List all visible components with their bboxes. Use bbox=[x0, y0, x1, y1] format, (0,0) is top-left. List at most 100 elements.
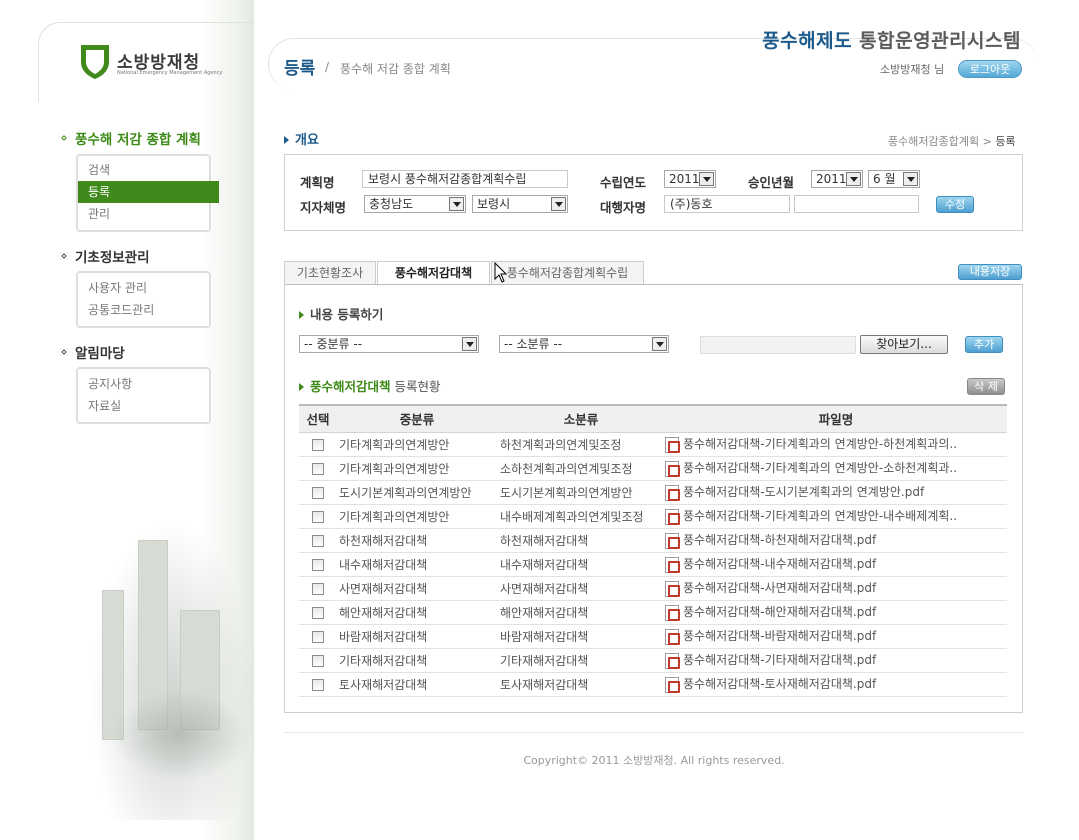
mid-category-cell: 바람재해저감대책 bbox=[337, 624, 497, 649]
menu-group-plan[interactable]: 풍수해 저감 종합 계획 bbox=[61, 128, 201, 148]
dropdown-arrow-icon bbox=[449, 197, 464, 211]
menu-group-notice[interactable]: 알림마당 bbox=[61, 342, 125, 362]
file-name-link[interactable]: 풍수해저감대책-내수재해저감대책.pdf bbox=[683, 557, 876, 571]
sidebar-item-code-manage[interactable]: 공통코드관리 bbox=[78, 299, 209, 321]
logo-subtitle: National Emergency Management Agency bbox=[117, 70, 223, 76]
save-content-button[interactable]: 내용저장 bbox=[958, 264, 1022, 280]
region-label: 지자체명 bbox=[300, 200, 347, 215]
sidebar-item-register[interactable]: 등록 bbox=[78, 181, 219, 203]
file-name-link[interactable]: 풍수해저감대책-기타계획과의 연계방안-내수배제계획.. bbox=[683, 509, 957, 523]
page-subtitle: 풍수해 저감 종합 계획 bbox=[340, 62, 451, 76]
approval-year-select[interactable]: 2011 bbox=[811, 170, 863, 188]
row-checkbox[interactable] bbox=[312, 654, 324, 667]
tab-basic-survey[interactable]: 기초현황조사 bbox=[284, 261, 376, 285]
file-name-cell[interactable]: 풍수해저감대책-기타계획과의 연계방안-소하천계획과.. bbox=[665, 456, 1007, 481]
file-name-link[interactable]: 풍수해저감대책-사면재해저감대책.pdf bbox=[683, 581, 876, 595]
row-checkbox[interactable] bbox=[312, 630, 324, 643]
sidebar-item-notice[interactable]: 공지사항 bbox=[78, 373, 209, 395]
breadcrumb-parent[interactable]: 풍수해저감종합계획 bbox=[888, 135, 979, 148]
table-row: 기타재해저감대책 기타재해저감대책 풍수해저감대책-기타재해저감대책.pdf bbox=[299, 648, 1007, 673]
file-name-link[interactable]: 풍수해저감대책-바람재해저감대책.pdf bbox=[683, 629, 876, 643]
row-checkbox[interactable] bbox=[312, 534, 324, 547]
file-name-link[interactable]: 풍수해저감대책-기타계획과의 연계방안-소하천계획과.. bbox=[683, 461, 957, 475]
mid-category-cell: 토사재해저감대책 bbox=[337, 672, 497, 697]
file-name-cell[interactable]: 풍수해저감대책-사면재해저감대책.pdf bbox=[665, 576, 1007, 601]
mouse-cursor-icon bbox=[494, 262, 508, 283]
file-name-link[interactable]: 풍수해저감대책-해안재해저감대책.pdf bbox=[683, 605, 876, 619]
column-header: 선택 bbox=[299, 404, 337, 433]
sidebar-item-user-manage[interactable]: 사용자 관리 bbox=[78, 277, 209, 299]
file-name-link[interactable]: 풍수해저감대책-기타재해저감대책.pdf bbox=[683, 653, 876, 667]
mid-category-cell: 해안재해저감대책 bbox=[337, 600, 497, 625]
table-row: 바람재해저감대책 바람재해저감대책 풍수해저감대책-바람재해저감대책.pdf bbox=[299, 624, 1007, 649]
row-checkbox[interactable] bbox=[312, 582, 324, 595]
city-select[interactable]: 보령시 bbox=[472, 195, 568, 213]
file-name-cell[interactable]: 풍수해저감대책-해안재해저감대책.pdf bbox=[665, 600, 1007, 625]
file-name-cell[interactable]: 풍수해저감대책-내수재해저감대책.pdf bbox=[665, 552, 1007, 577]
year-select[interactable]: 2011 bbox=[664, 170, 716, 188]
system-title: 풍수해제도 통합운영관리시스템 bbox=[762, 30, 1021, 52]
mid-category-cell: 기타재해저감대책 bbox=[337, 648, 497, 673]
row-checkbox[interactable] bbox=[312, 462, 324, 475]
row-select-cell bbox=[299, 552, 337, 577]
tab-reduction-measures[interactable]: 풍수해저감대책 bbox=[377, 261, 490, 286]
province-select[interactable]: 충청남도 bbox=[364, 195, 466, 213]
sidebar-item-archive[interactable]: 자료실 bbox=[78, 395, 209, 417]
file-name-link[interactable]: 풍수해저감대책-도시기본계획과의 연계방안.pdf bbox=[683, 485, 924, 499]
dropdown-arrow-icon bbox=[462, 337, 477, 351]
column-header: 중분류 bbox=[337, 404, 497, 433]
file-name-cell[interactable]: 풍수해저감대책-도시기본계획과의 연계방안.pdf bbox=[665, 480, 1007, 505]
add-button[interactable]: 추가 bbox=[965, 336, 1003, 353]
row-checkbox[interactable] bbox=[312, 678, 324, 691]
list-heading: 풍수해저감대책 등록현황 bbox=[299, 376, 441, 395]
table-row: 기타계획과의연계방안 소하천계획과의연계및조정 풍수해저감대책-기타계획과의 연계방… bbox=[299, 456, 1007, 481]
table-header-row: 선택 중분류 소분류 파일명 bbox=[299, 404, 1007, 433]
mid-category-cell: 도시기본계획과의연계방안 bbox=[337, 480, 497, 505]
shield-logo-icon bbox=[81, 45, 109, 79]
sidebar-item-manage[interactable]: 관리 bbox=[78, 203, 209, 225]
tab-comprehensive-plan[interactable]: 풍수해저감종합계획수립 bbox=[491, 261, 644, 285]
row-select-cell bbox=[299, 456, 337, 481]
file-name-cell[interactable]: 풍수해저감대책-기타계획과의 연계방안-내수배제계획.. bbox=[665, 504, 1007, 529]
row-select-cell bbox=[299, 528, 337, 553]
table-row: 기타계획과의연계방안 내수배제계획과의연계및조정 풍수해저감대책-기타계획과의 연계… bbox=[299, 504, 1007, 529]
logout-button[interactable]: 로그아웃 bbox=[958, 60, 1022, 78]
row-checkbox[interactable] bbox=[312, 486, 324, 499]
bullet-icon bbox=[61, 253, 67, 259]
row-select-cell bbox=[299, 624, 337, 649]
mid-category-cell: 기타계획과의연계방안 bbox=[337, 504, 497, 529]
sub-category-select[interactable]: -- 소분류 -- bbox=[499, 335, 669, 353]
agency-field[interactable]: (주)동호 bbox=[664, 195, 790, 213]
table-row: 사면재해저감대책 사면재해저감대책 풍수해저감대책-사면재해저감대책.pdf bbox=[299, 576, 1007, 601]
edit-button[interactable]: 수정 bbox=[936, 196, 974, 213]
triangle-bullet-icon bbox=[284, 136, 289, 144]
file-name-cell[interactable]: 풍수해저감대책-토사재해저감대책.pdf bbox=[665, 672, 1007, 697]
delete-button[interactable]: 삭 제 bbox=[967, 378, 1005, 395]
agency-extra-field[interactable] bbox=[794, 195, 919, 213]
file-name-cell[interactable]: 풍수해저감대책-바람재해저감대책.pdf bbox=[665, 624, 1007, 649]
mid-category-select[interactable]: -- 중분류 -- bbox=[299, 335, 479, 353]
file-name-cell[interactable]: 풍수해저감대책-기타계획과의 연계방안-하천계획과의.. bbox=[665, 432, 1007, 457]
file-name-cell[interactable]: 풍수해저감대책-기타재해저감대책.pdf bbox=[665, 648, 1007, 673]
menu-group-base-info[interactable]: 기초정보관리 bbox=[61, 246, 150, 266]
file-name-link[interactable]: 풍수해저감대책-기타계획과의 연계방안-하천계획과의.. bbox=[683, 437, 957, 451]
sidebar-item-search[interactable]: 검색 bbox=[78, 159, 209, 181]
plan-name-field[interactable]: 보령시 풍수해저감종합계획수립 bbox=[362, 170, 568, 188]
dropdown-arrow-icon bbox=[846, 172, 861, 186]
file-path-input[interactable] bbox=[700, 336, 856, 354]
browse-button[interactable]: 찾아보기... bbox=[860, 335, 948, 354]
dropdown-arrow-icon bbox=[699, 172, 714, 186]
row-checkbox[interactable] bbox=[312, 558, 324, 571]
file-name-cell[interactable]: 풍수해저감대책-하천재해저감대책.pdf bbox=[665, 528, 1007, 553]
file-name-link[interactable]: 풍수해저감대책-하천재해저감대책.pdf bbox=[683, 533, 876, 547]
approval-month-select[interactable]: 6 월 bbox=[868, 170, 920, 188]
pdf-file-icon bbox=[665, 628, 680, 645]
footer-divider bbox=[284, 732, 1023, 733]
row-checkbox[interactable] bbox=[312, 438, 324, 451]
row-checkbox[interactable] bbox=[312, 510, 324, 523]
file-name-link[interactable]: 풍수해저감대책-토사재해저감대책.pdf bbox=[683, 677, 876, 691]
row-checkbox[interactable] bbox=[312, 606, 324, 619]
org-logo[interactable]: 소방방재청 National Emergency Management Agen… bbox=[80, 44, 240, 86]
mid-category-cell: 기타계획과의연계방안 bbox=[337, 456, 497, 481]
row-select-cell bbox=[299, 480, 337, 505]
